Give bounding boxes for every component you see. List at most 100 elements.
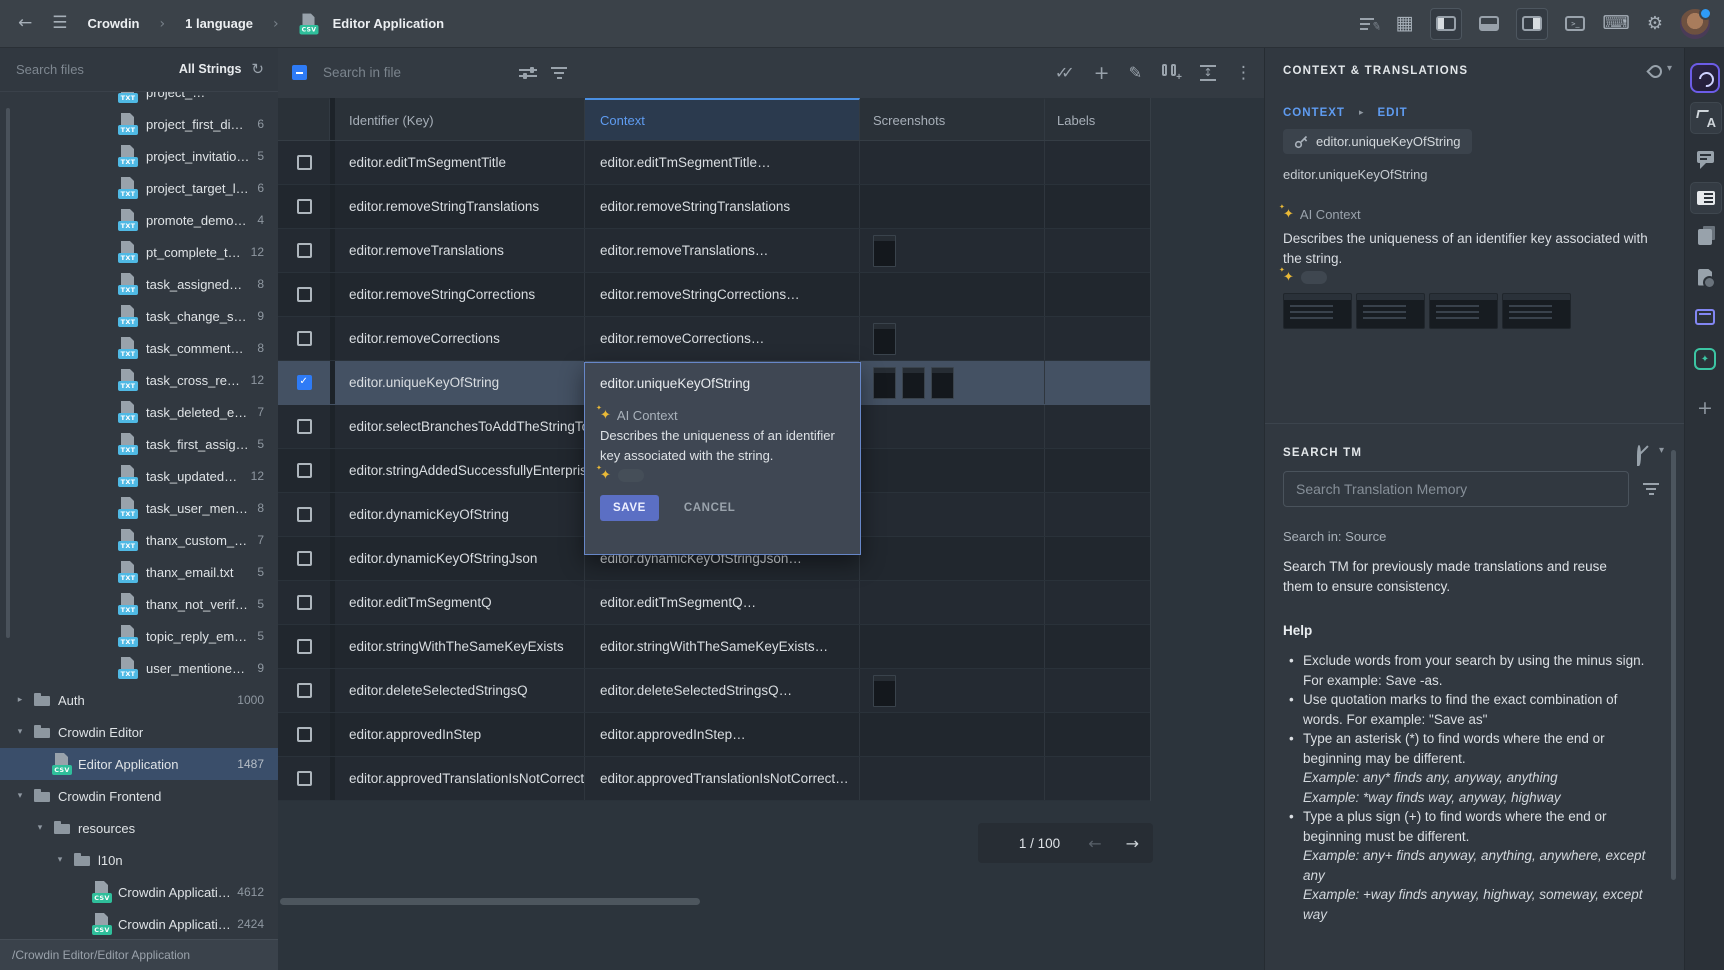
identifier-cell[interactable]: editor.approvedTranslationIsNotCorrect… bbox=[335, 757, 585, 800]
identifier-cell[interactable]: editor.editTmSegmentTitle bbox=[335, 141, 585, 184]
screenshot-thumb[interactable] bbox=[873, 675, 896, 707]
context-value-input[interactable]: editor.uniqueKeyOfString bbox=[600, 376, 845, 391]
row-checkbox[interactable] bbox=[297, 199, 312, 214]
row-checkbox[interactable] bbox=[297, 463, 312, 478]
row-checkbox[interactable] bbox=[297, 507, 312, 522]
breadcrumb-file[interactable]: Editor Application bbox=[333, 16, 444, 31]
expand-arrow-icon[interactable]: ▾ bbox=[14, 727, 26, 737]
search-settings-icon[interactable] bbox=[519, 66, 537, 80]
table-row[interactable]: editor.editTmSegmentQ editor.editTmSegme… bbox=[278, 581, 1150, 625]
tm-filter-icon[interactable] bbox=[1643, 483, 1659, 495]
file-item[interactable]: task_updated_… 12 bbox=[0, 460, 278, 492]
context-cell[interactable]: editor.editTmSegmentTitle… bbox=[585, 141, 860, 184]
labels-cell[interactable] bbox=[1045, 581, 1150, 624]
screenshots-cell[interactable] bbox=[860, 625, 1045, 668]
settings-gear-icon[interactable]: ⚙ bbox=[1647, 15, 1663, 33]
tree-item[interactable]: Editor Application 1487 bbox=[0, 748, 278, 780]
labels-cell[interactable] bbox=[1045, 405, 1150, 448]
context-cell[interactable]: editor.approvedTranslationIsNotCorrect… bbox=[585, 757, 860, 800]
file-item[interactable]: project_first_dis… 6 bbox=[0, 108, 278, 140]
labels-cell[interactable] bbox=[1045, 669, 1150, 712]
file-item[interactable]: topic_reply_em… 5 bbox=[0, 620, 278, 652]
identifier-cell[interactable]: editor.removeStringCorrections bbox=[335, 273, 585, 316]
chevron-down-icon[interactable]: ▾ bbox=[1659, 445, 1664, 456]
context-cell[interactable]: editor.removeStringCorrections… bbox=[585, 273, 860, 316]
identifier-cell[interactable]: editor.removeTranslations bbox=[335, 229, 585, 272]
screenshots-cell[interactable] bbox=[860, 361, 1045, 404]
keyboard-shortcuts-icon[interactable]: ⌨ bbox=[1602, 14, 1629, 33]
manage-columns-icon[interactable]: + bbox=[1161, 64, 1181, 81]
screenshots-cell[interactable] bbox=[860, 493, 1045, 536]
screenshot-thumb[interactable] bbox=[1283, 293, 1352, 329]
string-key-chip[interactable]: editor.uniqueKeyOfString bbox=[1283, 129, 1472, 154]
file-item[interactable]: task_cross_re… 12 bbox=[0, 364, 278, 396]
identifier-cell[interactable]: editor.dynamicKeyOfStringJson bbox=[335, 537, 585, 580]
add-tool-button[interactable]: + bbox=[1690, 393, 1720, 423]
row-checkbox[interactable] bbox=[297, 155, 312, 170]
toggle-left-panel-button[interactable] bbox=[1430, 8, 1462, 40]
labels-cell[interactable] bbox=[1045, 537, 1150, 580]
breadcrumb-language[interactable]: 1 language bbox=[185, 16, 253, 31]
next-page-icon[interactable]: → bbox=[1126, 834, 1139, 853]
labels-cell[interactable] bbox=[1045, 229, 1150, 272]
console-icon[interactable] bbox=[1565, 16, 1585, 31]
labels-cell[interactable] bbox=[1045, 625, 1150, 668]
screenshot-thumb[interactable] bbox=[931, 367, 954, 399]
refresh-icon[interactable]: ↻ bbox=[251, 60, 264, 78]
more-options-icon[interactable]: ⋮ bbox=[1235, 63, 1252, 83]
labels-cell[interactable] bbox=[1045, 449, 1150, 492]
tree-item[interactable]: ▸ Auth 1000 bbox=[0, 684, 278, 716]
table-row[interactable]: editor.removeStringTranslations editor.r… bbox=[278, 185, 1150, 229]
context-cell[interactable]: editor.removeStringTranslations bbox=[585, 185, 860, 228]
search-files-input[interactable] bbox=[14, 61, 169, 78]
context-cell[interactable]: editor.approvedInStep… bbox=[585, 713, 860, 756]
glossary-button[interactable] bbox=[1690, 222, 1720, 252]
identifier-cell[interactable]: editor.stringAddedSuccessfullyEnterprise bbox=[335, 449, 585, 492]
tree-item[interactable]: ▾ resources bbox=[0, 812, 278, 844]
row-checkbox[interactable] bbox=[297, 551, 312, 566]
back-icon[interactable]: ← bbox=[18, 15, 32, 32]
file-item[interactable]: thanx_not_verifi… 5 bbox=[0, 588, 278, 620]
comments-button[interactable] bbox=[1690, 142, 1720, 172]
tab-context[interactable]: CONTEXT bbox=[1283, 107, 1345, 119]
save-button[interactable]: SAVE bbox=[600, 495, 659, 521]
cancel-button[interactable]: CANCEL bbox=[678, 501, 742, 515]
breadcrumb-project[interactable]: Crowdin bbox=[88, 16, 140, 31]
tree-item[interactable]: ▾ Crowdin Editor bbox=[0, 716, 278, 748]
pin-icon[interactable] bbox=[1646, 62, 1664, 80]
screenshot-thumb[interactable] bbox=[873, 235, 896, 267]
identifier-cell[interactable]: editor.approvedInStep bbox=[335, 713, 585, 756]
screenshots-cell[interactable] bbox=[860, 185, 1045, 228]
row-checkbox[interactable] bbox=[297, 375, 312, 390]
file-item[interactable]: task_comment… 8 bbox=[0, 332, 278, 364]
labels-cell[interactable] bbox=[1045, 757, 1150, 800]
identifier-cell[interactable]: editor.removeStringTranslations bbox=[335, 185, 585, 228]
tree-item[interactable]: Crowdin Applicatio… 4612 bbox=[0, 876, 278, 908]
table-row[interactable]: editor.deleteSelectedStringsQ editor.del… bbox=[278, 669, 1150, 713]
file-item[interactable]: project_target_l… 6 bbox=[0, 172, 278, 204]
chevron-down-icon[interactable]: ▾ bbox=[1667, 63, 1672, 74]
tab-edit[interactable]: EDIT bbox=[1377, 107, 1407, 119]
toggle-right-panel-button[interactable] bbox=[1516, 8, 1548, 40]
row-checkbox[interactable] bbox=[297, 771, 312, 786]
column-header-context[interactable]: Context bbox=[585, 98, 860, 140]
pin-off-icon[interactable] bbox=[1637, 445, 1641, 466]
row-checkbox[interactable] bbox=[297, 639, 312, 654]
file-item[interactable]: task_assigned_… 8 bbox=[0, 268, 278, 300]
search-in-file-input[interactable] bbox=[321, 64, 475, 81]
screenshots-cell[interactable] bbox=[860, 317, 1045, 360]
identifier-cell[interactable]: editor.removeCorrections bbox=[335, 317, 585, 360]
screenshot-thumb[interactable] bbox=[1502, 293, 1571, 329]
row-checkbox[interactable] bbox=[297, 331, 312, 346]
screenshot-thumb[interactable] bbox=[902, 367, 925, 399]
column-header-identifier[interactable]: Identifier (Key) bbox=[335, 98, 585, 140]
file-item[interactable]: pt_complete_t… 12 bbox=[0, 236, 278, 268]
expand-arrow-icon[interactable]: ▾ bbox=[54, 855, 66, 865]
row-checkbox[interactable] bbox=[297, 419, 312, 434]
row-checkbox[interactable] bbox=[297, 243, 312, 258]
table-row[interactable]: editor.approvedTranslationIsNotCorrect… … bbox=[278, 757, 1150, 801]
screenshots-cell[interactable] bbox=[860, 229, 1045, 272]
table-row[interactable]: editor.removeStringCorrections editor.re… bbox=[278, 273, 1150, 317]
labels-cell[interactable] bbox=[1045, 141, 1150, 184]
file-item[interactable]: task_change_st… 9 bbox=[0, 300, 278, 332]
